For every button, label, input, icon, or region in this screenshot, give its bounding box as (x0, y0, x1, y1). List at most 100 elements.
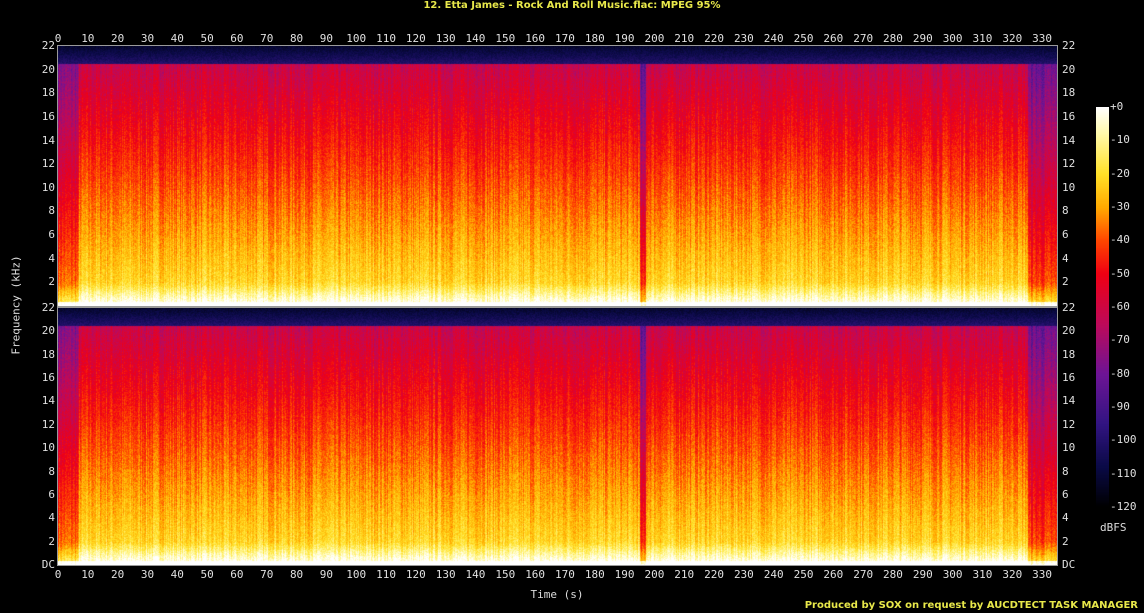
x-tick-label-top: 0 (54, 32, 62, 45)
y-tick-label-left: 16 (41, 371, 55, 385)
x-tick-label-top: 250 (793, 32, 814, 45)
x-tick-label-top: 50 (200, 32, 214, 45)
x-tick-label-bottom: 0 (54, 568, 62, 581)
x-tick-label-bottom: 50 (200, 568, 214, 581)
y-tick-label-right: 18 (1062, 347, 1076, 361)
y-tick-label-left: 4 (48, 511, 55, 525)
x-tick-label-bottom: 70 (260, 568, 274, 581)
x-tick-label-bottom: 40 (170, 568, 184, 581)
spectrogram-channel-1 (58, 46, 1057, 306)
x-tick-label-top: 220 (704, 32, 724, 45)
x-tick-label-top: 290 (912, 32, 933, 45)
x-tick-label-bottom: 220 (704, 568, 724, 581)
x-tick-label-top: 260 (823, 32, 844, 45)
x-tick-label-bottom: 210 (674, 568, 695, 581)
colorbar-tick-label: -50 (1110, 266, 1130, 280)
x-tick-label-top: 180 (584, 32, 605, 45)
x-tick-label-top: 60 (230, 32, 244, 45)
y-tick-label-left: 16 (41, 109, 55, 123)
y-tick-label-left: 22 (41, 39, 55, 52)
y-tick-label-right: 20 (1062, 324, 1076, 338)
x-tick-label-top: 140 (465, 32, 486, 45)
colorbar-tick-label: -110 (1110, 466, 1137, 480)
x-tick-label-top: 30 (140, 32, 155, 45)
y-tick-label-right: 12 (1062, 157, 1076, 171)
x-tick-label-top: 110 (376, 32, 396, 45)
y-tick-label-left: 22 (41, 301, 55, 314)
x-tick-label-top: 150 (495, 32, 516, 45)
x-tick-label-bottom: 60 (230, 568, 244, 581)
y-tick-label-left: 2 (48, 275, 55, 289)
y-tick-label-right: 2 (1062, 534, 1069, 548)
colorbar-tick-label: -100 (1110, 433, 1137, 447)
y-tick-label-right: 18 (1062, 86, 1076, 100)
y-tick-label-right: 20 (1062, 62, 1076, 76)
y-tick-label-right: DC (1062, 558, 1076, 571)
y-tick-label-left: 6 (48, 487, 55, 501)
y-tick-label-left: 2 (48, 534, 55, 548)
x-tick-label-bottom: 270 (853, 568, 874, 581)
x-tick-label-bottom: 300 (942, 568, 963, 581)
y-tick-label-left: 20 (41, 62, 55, 76)
y-tick-label-left: 18 (41, 86, 55, 100)
x-tick-label-top: 300 (942, 32, 963, 45)
x-tick-label-bottom: 320 (1002, 568, 1023, 581)
x-tick-label-bottom: 200 (644, 568, 665, 581)
x-tick-label-top: 200 (644, 32, 665, 45)
colorbar-tick-label: -70 (1110, 333, 1130, 347)
y-tick-label-left: 14 (41, 394, 55, 408)
x-tick-label-top: 310 (972, 32, 993, 45)
x-tick-label-bottom: 280 (883, 568, 903, 581)
y-tick-label-right: 22 (1062, 301, 1076, 314)
x-tick-label-bottom: 30 (140, 568, 155, 581)
y-tick-label-right: 14 (1062, 394, 1076, 408)
x-tick-label-top: 130 (435, 32, 456, 45)
x-tick-label-bottom: 100 (346, 568, 367, 581)
x-tick-label-bottom: 180 (584, 568, 605, 581)
x-axis-label: Time (s) (530, 588, 584, 601)
x-tick-label-bottom: 260 (823, 568, 844, 581)
x-tick-label-top: 20 (111, 32, 125, 45)
x-tick-label-bottom: 290 (912, 568, 933, 581)
colorbar-tick-label: -90 (1110, 400, 1130, 413)
x-tick-label-bottom: 170 (555, 568, 575, 581)
chart-title: 12. Etta James - Rock And Roll Music.fla… (423, 0, 721, 11)
x-tick-label-top: 170 (555, 32, 575, 45)
colorbar-tick-label: -10 (1110, 133, 1130, 147)
spectrogram-channel-2 (58, 308, 1057, 565)
y-axis-label: Frequency (kHz) (9, 255, 23, 355)
x-tick-label-bottom: 110 (376, 568, 396, 581)
y-tick-label-left: 14 (41, 133, 55, 147)
x-tick-label-top: 100 (346, 32, 367, 45)
x-tick-label-top: 70 (260, 32, 274, 45)
x-tick-label-top: 210 (674, 32, 695, 45)
colorbar-tick-label: -120 (1110, 500, 1137, 513)
colorbar-tick-label: -20 (1110, 166, 1130, 180)
x-tick-label-bottom: 310 (972, 568, 993, 581)
x-tick-label-bottom: 240 (763, 568, 784, 581)
x-tick-label-bottom: 190 (614, 568, 635, 581)
x-tick-label-top: 270 (853, 32, 874, 45)
x-tick-label-bottom: 140 (465, 568, 486, 581)
y-tick-label-right: 12 (1062, 417, 1076, 431)
y-tick-label-left: 4 (48, 251, 55, 265)
footer-credit: Produced by SOX on request by AUCDTECT T… (804, 600, 1138, 611)
y-tick-label-right: 2 (1062, 275, 1069, 289)
colorbar-label: dBFS (1100, 521, 1127, 534)
colorbar-tick-label: -80 (1110, 366, 1130, 380)
x-tick-label-top: 280 (883, 32, 903, 45)
y-tick-label-right: 8 (1062, 204, 1069, 218)
y-tick-label-left: 10 (41, 180, 55, 194)
x-tick-label-bottom: 230 (733, 568, 754, 581)
x-tick-label-top: 120 (405, 32, 426, 45)
x-tick-label-top: 10 (81, 32, 95, 45)
y-tick-label-right: 6 (1062, 487, 1069, 501)
x-tick-label-top: 90 (319, 32, 333, 45)
x-tick-label-bottom: 330 (1032, 568, 1053, 581)
x-tick-label-top: 330 (1032, 32, 1053, 45)
y-tick-label-left: 12 (41, 157, 55, 171)
x-tick-label-bottom: 130 (435, 568, 456, 581)
colorbar-tick-label: +0 (1110, 100, 1124, 113)
y-tick-label-left: 18 (41, 347, 55, 361)
x-tick-label-bottom: 120 (405, 568, 426, 581)
